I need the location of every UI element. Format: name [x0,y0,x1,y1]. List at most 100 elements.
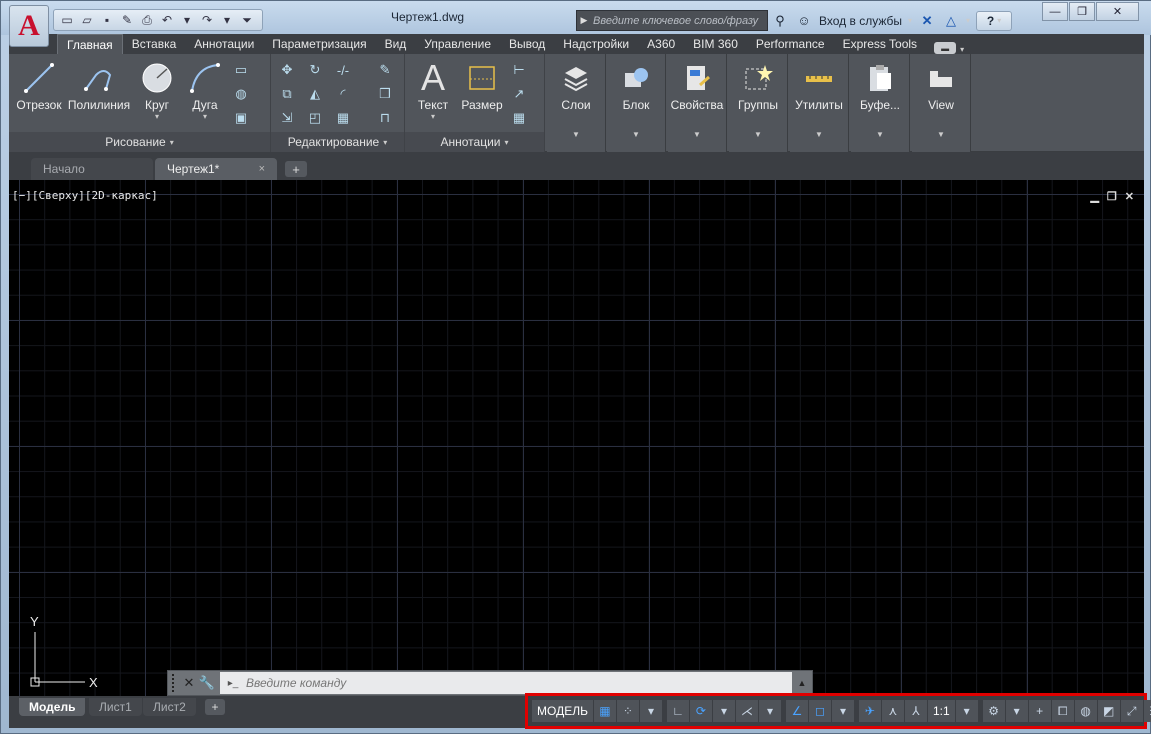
tab-addins[interactable]: Надстройки [554,34,638,54]
panel-draw-footer[interactable]: Рисование ▾ [9,132,270,152]
object-snap-tracking-icon[interactable]: ∠ [785,700,808,722]
leader-icon[interactable]: ↗ [509,84,529,104]
signin-dropdown-icon[interactable]: ▾ [908,16,912,25]
dimension-button[interactable]: Размер [459,58,505,112]
viewport-controls-label[interactable]: [−][Сверху][2D-каркас] [12,189,158,202]
command-history-icon[interactable]: ▲ [792,678,812,688]
command-input[interactable]: ▸_ Введите команду [220,672,792,694]
polar-tracking-icon[interactable]: ⟳ [689,700,712,722]
scale-dropdown-icon[interactable]: ▾ [955,700,978,722]
search-expand-icon[interactable]: ▶ [577,15,591,26]
saveas-icon[interactable]: ✎ [118,12,136,28]
offset-icon[interactable]: ⊓ [375,108,395,128]
tab-home[interactable]: Главная [57,34,123,54]
text-dropdown-icon[interactable]: ▾ [431,112,435,121]
undo-dropdown-icon[interactable]: ▾ [178,12,196,28]
close-button[interactable]: ✕ [1096,2,1139,21]
array-icon[interactable]: ▦ [333,108,353,128]
object-snap-dropdown-icon[interactable]: ▾ [831,700,854,722]
tab-parametric[interactable]: Параметризация [263,34,375,54]
new-layout-button[interactable]: + [205,699,225,715]
trim-icon[interactable]: -/- [333,60,353,80]
exchange-icon[interactable]: ✕ [918,12,936,30]
ribbon-minimize-icon[interactable]: ▬ [934,42,957,54]
tab-model[interactable]: Модель [19,698,86,716]
drawing-canvas[interactable]: [−][Сверху][2D-каркас] ▁ ❐ ✕ Y X ✕ 🔧 ▸_ … [9,180,1144,696]
tab-performance[interactable]: Performance [747,34,834,54]
tab-manage[interactable]: Управление [415,34,500,54]
panel-view[interactable]: View ▼ [912,54,971,152]
tab-express-tools[interactable]: Express Tools [834,34,926,54]
panel-annotation-footer[interactable]: Аннотации ▾ [405,132,544,152]
a360-dropdown-icon[interactable]: ▾ [966,16,970,25]
clean-screen-icon[interactable]: ⤢ [1120,700,1143,722]
tab-drawing1[interactable]: Чертеж1* × [155,158,277,180]
open-icon[interactable]: ▱ [78,12,96,28]
panel-properties[interactable]: Свойства ▼ [668,54,727,152]
print-icon[interactable]: ⎙ [138,12,156,28]
snap-dropdown-icon[interactable]: ▾ [639,700,662,722]
customization-menu-icon[interactable]: ☰ [1143,700,1151,722]
tab-a360[interactable]: A360 [638,34,684,54]
binoculars-icon[interactable]: ⚲ [771,12,789,30]
auto-scale-icon[interactable]: ⋏ [881,700,904,722]
panel-layers[interactable]: Слои ▼ [547,54,606,152]
circle-dropdown-icon[interactable]: ▾ [155,112,159,121]
isodraft-dropdown-icon[interactable]: ▾ [758,700,781,722]
application-menu-button[interactable]: A [9,5,49,47]
stretch-icon[interactable]: ⇲ [277,108,297,128]
circle-button[interactable]: Круг ▾ [137,58,177,121]
arc-dropdown-icon[interactable]: ▾ [203,112,207,121]
command-line-grip-icon[interactable] [172,674,180,692]
maximize-button[interactable]: ❐ [1069,2,1095,21]
isodraft-icon[interactable]: ⋌ [735,700,758,722]
annotation-scale-icon[interactable]: ⅄ [904,700,927,722]
panel-block[interactable]: Блок ▼ [607,54,666,152]
annotation-monitor-icon[interactable]: + [1028,700,1051,722]
fillet-icon[interactable]: ◜ [333,84,353,104]
snap-icon[interactable]: ⁘ [616,700,639,722]
grid-icon[interactable]: ▦ [593,700,616,722]
tab-insert[interactable]: Вставка [123,34,186,54]
search-box[interactable]: ▶ Введите ключевое слово/фразу [576,10,768,31]
copy-icon[interactable]: ⧉ [277,84,297,104]
model-space-button[interactable]: МОДЕЛЬ [532,700,593,722]
mirror-icon[interactable]: ◭ [305,84,325,104]
rotate-icon[interactable]: ↻ [305,60,325,80]
viewport-minimize-icon[interactable]: ▁ [1090,190,1098,203]
scale-icon[interactable]: ◰ [305,108,325,128]
text-button[interactable]: A Текст ▾ [411,57,455,121]
panel-modify-footer[interactable]: Редактирование ▾ [271,132,404,152]
object-snap-icon[interactable]: ◻ [808,700,831,722]
workspace-gear-icon[interactable]: ⚙ [982,700,1005,722]
redo-icon[interactable]: ↷ [198,12,216,28]
customize-icon[interactable]: ⏷ [238,12,256,28]
tab-view[interactable]: Вид [376,34,416,54]
redo-dropdown-icon[interactable]: ▾ [218,12,236,28]
tab-layout2[interactable]: Лист2 [143,698,196,716]
search-input[interactable]: Введите ключевое слово/фразу [591,15,758,27]
panel-utilities[interactable]: Утилиты ▼ [790,54,849,152]
hardware-acceleration-icon[interactable]: ◩ [1097,700,1120,722]
linear-dimension-icon[interactable]: ⊢ [509,60,529,80]
command-line-customize-icon[interactable]: 🔧 [198,675,216,691]
table-icon[interactable]: ▦ [509,108,529,128]
signin-button[interactable]: Вход в службы [819,14,902,28]
minimize-button[interactable]: — [1042,2,1068,21]
move-icon[interactable]: ✥ [277,60,297,80]
erase-icon[interactable]: ✎ [375,60,395,80]
tab-bim360[interactable]: BIM 360 [684,34,747,54]
ribbon-options-dropdown-icon[interactable]: ▾ [960,45,964,54]
polyline-button[interactable]: Полилиния [67,58,131,112]
hatch-icon[interactable]: ◍ [231,84,251,104]
viewport-close-icon[interactable]: ✕ [1125,190,1134,203]
new-icon[interactable]: ▭ [58,12,76,28]
region-icon[interactable]: ▣ [231,108,251,128]
tab-start[interactable]: Начало [31,158,153,180]
undo-icon[interactable]: ↶ [158,12,176,28]
rectangle-icon[interactable]: ▭ [231,60,251,80]
help-button[interactable]: ? ▾ [976,10,1013,31]
save-icon[interactable]: ▪ [98,12,116,28]
panel-clipboard[interactable]: Буфе... ▼ [851,54,910,152]
polar-dropdown-icon[interactable]: ▾ [712,700,735,722]
